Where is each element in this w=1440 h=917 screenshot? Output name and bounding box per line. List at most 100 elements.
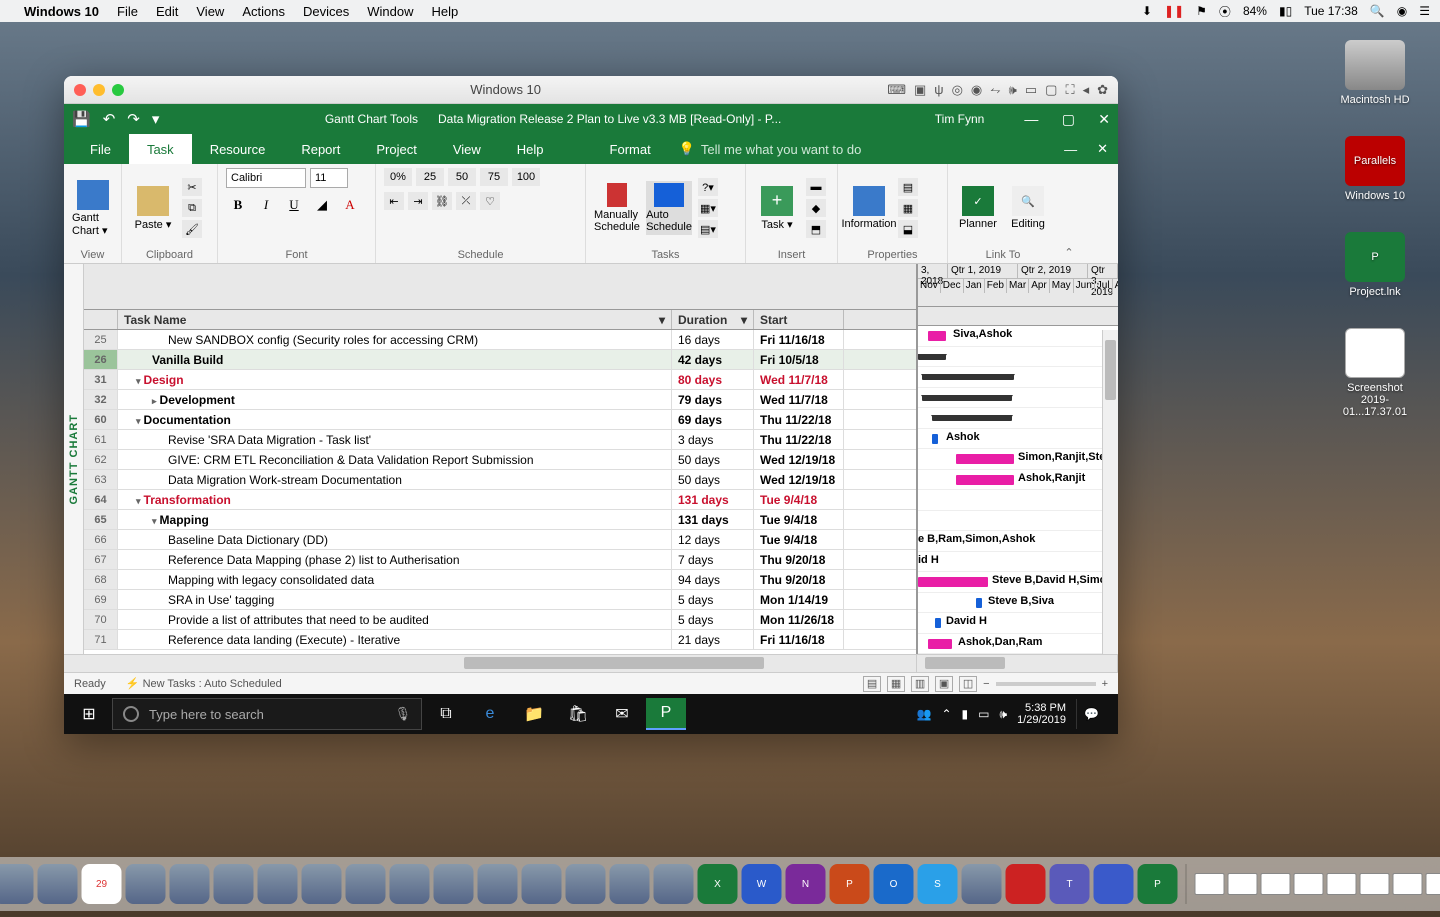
gantt-row[interactable]: Ashok,Dan,Ram [918,634,1118,655]
font-name-select[interactable] [226,168,306,188]
tab-resource[interactable]: Resource [192,134,284,164]
dock-powerpoint-icon[interactable]: P [830,864,870,904]
ms-project-taskbar-icon[interactable]: P [646,698,686,730]
copy-icon[interactable]: ⧉ [182,199,202,217]
dock-photos-icon[interactable] [258,864,298,904]
dock-numbers-icon[interactable] [434,864,474,904]
window-traffic-lights[interactable] [74,84,124,96]
dock-mail-icon[interactable] [0,864,34,904]
dock-onenote-icon[interactable]: N [786,864,826,904]
gear-icon[interactable]: ✿ [1097,82,1108,98]
dock-parallels-icon[interactable] [1006,864,1046,904]
window-restore-icon[interactable]: ▢ [1062,111,1075,127]
dock-ibooks-icon[interactable] [566,864,606,904]
dock-visio-icon[interactable] [1094,864,1134,904]
view-gantt-icon[interactable]: ▤ [863,676,881,692]
maximize-icon[interactable] [112,84,124,96]
dock-min-6[interactable] [1360,873,1390,895]
inspect-icon[interactable]: ?▾ [698,178,718,196]
task-row[interactable]: 64 Transformation 131 days Tue 9/4/18 [84,490,916,510]
edge-icon[interactable]: e [470,698,510,730]
dropbox-icon[interactable]: ⬇ [1142,4,1152,18]
task-row[interactable]: 65 Mapping 131 days Tue 9/4/18 [84,510,916,530]
zoom-out-icon[interactable]: − [983,678,989,690]
task-row[interactable]: 67 Reference Data Mapping (phase 2) list… [84,550,916,570]
mac-menu-edit[interactable]: Edit [156,4,178,19]
dock-slack-icon[interactable] [962,864,1002,904]
mode-icon[interactable]: ▤▾ [698,220,718,238]
task-row[interactable]: 60 Documentation 69 days Thu 11/22/18 [84,410,916,430]
dock-project-icon[interactable]: P [1138,864,1178,904]
pct-0-icon[interactable]: 0% [384,168,412,186]
dock-facetime-icon[interactable] [346,864,386,904]
dock-outlook-icon[interactable]: O [874,864,914,904]
details-icon[interactable]: ▦ [898,199,918,217]
view-report-icon[interactable]: ◫ [959,676,977,692]
vertical-scrollbar[interactable] [1102,330,1118,654]
gantt-row[interactable]: Steve B,Siva [918,593,1118,614]
vm-titlebar[interactable]: Windows 10 ⌨ ▣ ψ ◎ ◉ ⥊ 🕪 ▭ ▢ ⛶ ◂ ✿ [64,76,1118,104]
pct-50-icon[interactable]: 50 [448,168,476,186]
dock-excel-icon[interactable]: X [698,864,738,904]
respect-links-icon[interactable]: ♡ [480,192,500,210]
task-row[interactable]: 63 Data Migration Work-stream Documentat… [84,470,916,490]
zoom-slider[interactable] [996,682,1096,686]
close-icon[interactable] [74,84,86,96]
underline-button[interactable]: U [282,194,306,216]
dock-word-icon[interactable]: W [742,864,782,904]
unlink-icon[interactable]: ⤫ [456,192,476,210]
mac-menu-help[interactable]: Help [431,4,458,19]
gantt-row[interactable] [918,490,1118,511]
ribbon-minimize-icon[interactable]: — [1064,142,1077,157]
zoom-in-icon[interactable]: + [1102,678,1108,690]
gantt-row[interactable]: Siva,Ashok [918,326,1118,347]
horizontal-scrollbars[interactable] [64,654,1118,672]
dock-pages-icon[interactable] [390,864,430,904]
notification-center-icon[interactable]: ☰ [1419,4,1430,18]
wifi-icon[interactable]: ⦿ [1219,3,1231,20]
gantt-row[interactable] [918,388,1118,409]
task-insert-button[interactable]: +Task ▾ [754,186,800,231]
display-icon[interactable]: ▭ [1025,82,1037,98]
mic-icon[interactable]: 🎙 [394,706,411,722]
spotlight-icon[interactable]: 🔍 [1370,4,1385,18]
tell-me-search[interactable]: 💡 Tell me what you want to do [669,134,1064,164]
taskbar-clock[interactable]: 5:38 PM 1/29/2019 [1017,702,1066,726]
tab-project[interactable]: Project [358,134,434,164]
record-icon[interactable]: ◉ [971,82,982,98]
filter-icon[interactable]: ▾ [659,313,665,327]
dock-min-7[interactable] [1393,873,1423,895]
format-painter-icon[interactable]: 🖌 [182,220,202,238]
sound-icon[interactable]: 🕪 [1009,82,1017,98]
tray-volume-icon[interactable]: 🕪 [1000,707,1008,722]
gantt-row[interactable]: David H [918,613,1118,634]
network-icon[interactable]: ⥊ [990,82,1000,98]
clipboard-icon[interactable]: ▣ [914,82,926,98]
dock-min-4[interactable] [1294,873,1324,895]
window-close-icon[interactable]: ✕ [1098,111,1110,127]
save-icon[interactable]: 💾 [72,110,91,128]
taskbar-search[interactable]: Type here to search 🎙 [112,698,422,730]
dock-minimized-windows[interactable] [1195,873,1440,895]
dock-teams-icon[interactable]: T [1050,864,1090,904]
cd-icon[interactable]: ◎ [952,82,963,98]
file-explorer-icon[interactable]: 📁 [514,698,554,730]
user-name[interactable]: Tim Fynn [935,112,985,126]
store-icon[interactable]: 🛍 [558,698,598,730]
paste-button[interactable]: Paste ▾ [130,186,176,231]
outdent-icon[interactable]: ⇤ [384,192,404,210]
tab-task[interactable]: Task [129,134,192,164]
status-new-tasks[interactable]: ⚡ New Tasks : Auto Scheduled [126,677,282,690]
bold-button[interactable]: B [226,194,250,216]
qat-customize-icon[interactable]: ▾ [152,110,160,128]
view-task-usage-icon[interactable]: ▦ [887,676,905,692]
deliverable-icon[interactable]: ⬒ [806,220,826,238]
col-task-name[interactable]: Task Name▾ [118,310,672,329]
summary-icon[interactable]: ▬ [806,178,826,196]
editing-button[interactable]: 🔍Editing [1006,186,1050,230]
mac-dock[interactable]: 29 X W N P O S T P ⬇ 🗑 [0,857,1440,911]
mac-menu-devices[interactable]: Devices [303,4,349,19]
information-button[interactable]: Information [846,186,892,230]
col-duration[interactable]: Duration▾ [672,310,754,329]
gantt-row[interactable] [918,408,1118,429]
